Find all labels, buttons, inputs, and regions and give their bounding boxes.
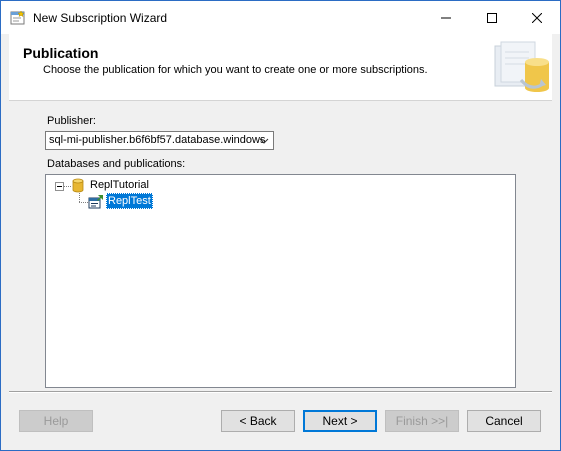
page-title: Publication bbox=[23, 45, 99, 61]
tree-connector bbox=[64, 186, 71, 187]
window-title: New Subscription Wizard bbox=[33, 11, 168, 25]
tree-connector bbox=[79, 193, 80, 202]
page-header: Publication Choose the publication for w… bbox=[9, 34, 552, 101]
back-button[interactable]: < Back bbox=[221, 410, 295, 432]
publisher-dropdown[interactable]: sql-mi-publisher.b6f6bf57.database.windo… bbox=[45, 131, 274, 150]
databases-publications-tree[interactable]: ReplTutorial ReplTest bbox=[45, 174, 516, 388]
tree-connector bbox=[79, 202, 88, 203]
databases-publications-label: Databases and publications: bbox=[47, 158, 186, 170]
footer-divider bbox=[9, 391, 552, 393]
cancel-button[interactable]: Cancel bbox=[467, 410, 541, 432]
database-icon bbox=[72, 178, 84, 193]
tree-node-publication[interactable]: ReplTest bbox=[106, 193, 153, 209]
minimize-icon bbox=[441, 17, 451, 18]
chevron-down-icon bbox=[259, 138, 269, 144]
publisher-label: Publisher: bbox=[47, 115, 96, 127]
minimize-button[interactable] bbox=[423, 1, 469, 34]
collapse-toggle-icon[interactable] bbox=[55, 182, 64, 191]
tree-node-database[interactable]: ReplTutorial bbox=[90, 179, 149, 191]
next-button[interactable]: Next > bbox=[303, 410, 377, 432]
header-database-graphic-icon bbox=[494, 41, 549, 92]
wizard-app-icon bbox=[10, 10, 25, 25]
help-button[interactable]: Help bbox=[19, 410, 93, 432]
title-bar[interactable]: New Subscription Wizard bbox=[1, 1, 560, 34]
page-description: Choose the publication for which you wan… bbox=[43, 64, 428, 76]
close-button[interactable] bbox=[514, 1, 560, 34]
maximize-button[interactable] bbox=[469, 1, 515, 34]
maximize-icon bbox=[487, 12, 497, 23]
publication-icon bbox=[88, 195, 103, 209]
wizard-window: New Subscription Wizard Publication Choo… bbox=[0, 0, 561, 451]
finish-button[interactable]: Finish >>| bbox=[385, 410, 459, 432]
publisher-value: sql-mi-publisher.b6f6bf57.database.windo… bbox=[49, 134, 266, 146]
close-icon bbox=[532, 12, 542, 23]
